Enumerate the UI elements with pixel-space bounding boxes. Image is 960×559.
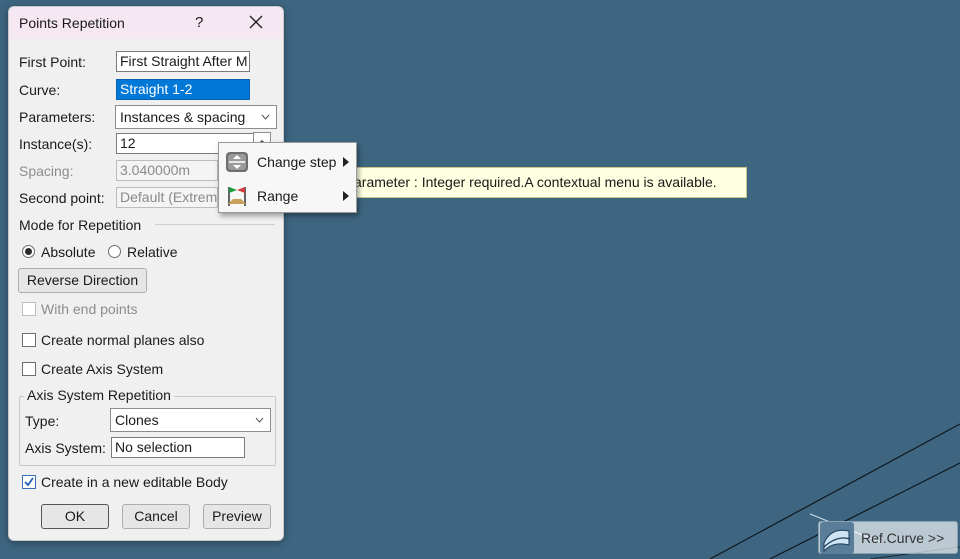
dialog-title: Points Repetition [19,15,125,31]
menu-item-label: Change step [257,154,337,170]
parameter-tooltip: arameter : Integer required.A contextual… [340,167,747,198]
mode-separator [155,224,275,225]
parameters-combo[interactable]: Instances & spacing [115,105,277,129]
first-point-field[interactable]: First Straight After M [116,51,250,72]
close-icon[interactable] [247,13,265,31]
normal-planes-checkbox[interactable] [22,333,36,347]
new-body-checkbox[interactable] [22,475,36,489]
dialog-titlebar[interactable]: Points Repetition ? [9,7,283,39]
submenu-arrow-icon [343,191,349,201]
reverse-direction-button[interactable]: Reverse Direction [18,268,147,293]
change-step-icon [226,152,248,172]
new-body-label[interactable]: Create in a new editable Body [41,474,228,490]
parameters-label: Parameters: [19,109,96,125]
preview-button[interactable]: Preview [203,504,271,529]
absolute-label[interactable]: Absolute [41,244,95,260]
parameters-value: Instances & spacing [120,109,246,125]
axis-system-label[interactable]: Create Axis System [41,361,163,377]
spacing-field[interactable]: 3.040000m [116,160,218,181]
with-end-points-label: With end points [41,301,138,317]
help-button[interactable]: ? [195,14,203,31]
axis-system-field[interactable]: No selection [111,437,245,458]
type-combo[interactable]: Clones [110,408,271,432]
mode-section-title: Mode for Repetition [19,217,142,233]
checkmark-icon [24,477,34,487]
chevron-down-icon [255,417,264,423]
menu-item-change-step[interactable]: Change step [219,145,356,177]
context-menu: Change step Range [218,142,357,213]
type-label: Type: [25,413,60,429]
normal-planes-label[interactable]: Create normal planes also [41,332,204,348]
spacing-label: Spacing: [19,163,74,179]
points-repetition-dialog: Points Repetition ? First Point: First S… [8,6,284,541]
second-point-field[interactable]: Default (Extrem [116,187,218,208]
instances-label: Instance(s): [19,136,93,152]
submenu-arrow-icon [343,157,349,167]
axis-group-title: Axis System Repetition [24,387,174,403]
curve-label: Curve: [19,82,61,98]
with-end-points-checkbox[interactable] [22,302,36,316]
first-point-label: First Point: [19,54,86,70]
relative-radio[interactable] [108,245,121,258]
ok-button[interactable]: OK [41,504,109,529]
relative-label[interactable]: Relative [127,244,178,260]
ref-curve-button[interactable]: Ref.Curve >> [818,521,958,554]
menu-item-label: Range [257,188,299,204]
second-point-label: Second point: [19,190,105,206]
axis-system-checkbox[interactable] [22,362,36,376]
ref-curve-label: Ref.Curve >> [861,530,945,546]
range-icon [228,187,246,206]
axis-system-field-label: Axis System: [25,440,106,456]
curve-field[interactable]: Straight 1-2 [116,79,250,100]
type-value: Clones [115,412,159,428]
absolute-radio[interactable] [22,245,35,258]
cancel-button[interactable]: Cancel [122,504,190,529]
menu-item-range[interactable]: Range [219,179,356,211]
chevron-down-icon [261,114,270,120]
curve-surface-icon [820,522,854,554]
